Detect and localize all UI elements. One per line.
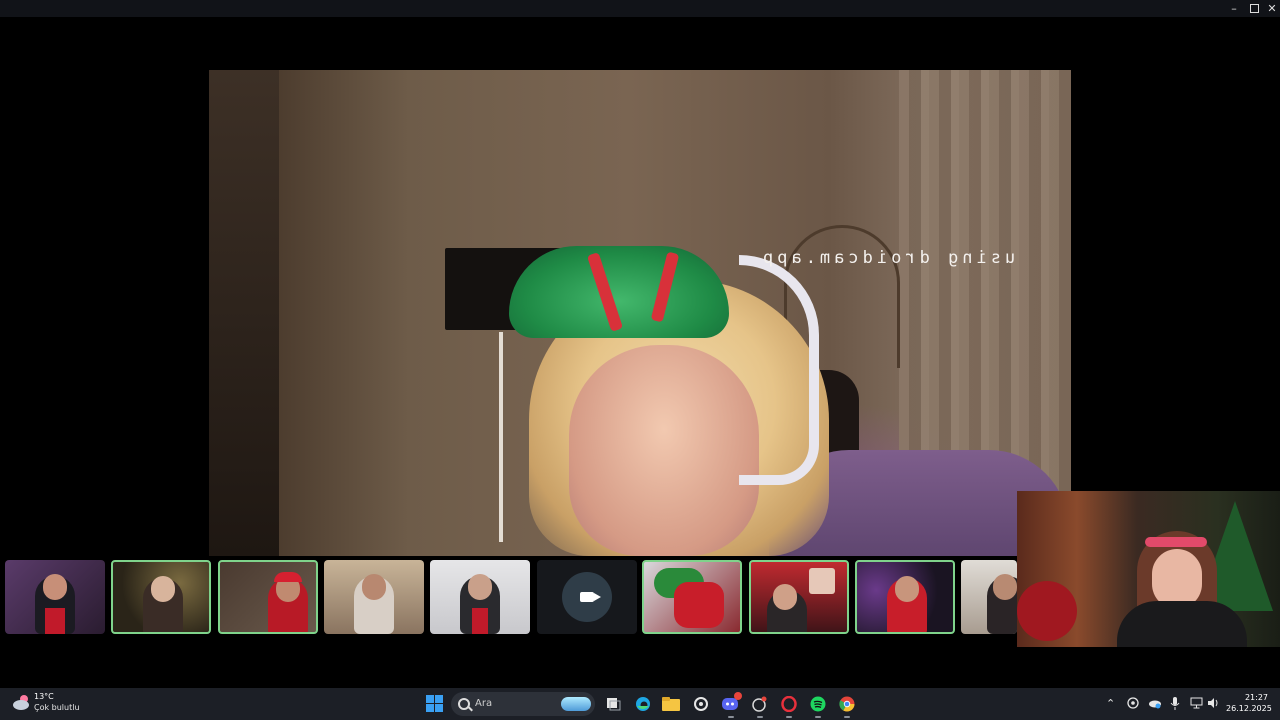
network-icon[interactable]	[1190, 697, 1203, 712]
participant-tile[interactable]	[749, 560, 849, 634]
clock-date[interactable]: 26.12.2025	[1226, 704, 1272, 713]
participant-tile[interactable]	[961, 560, 1017, 634]
heart-decoration	[1017, 581, 1077, 641]
main-video-stage[interactable]: using droidcam.app	[209, 70, 1071, 556]
copilot-icon[interactable]	[1127, 697, 1139, 712]
background-lamp	[499, 332, 503, 542]
notification-badge	[734, 692, 742, 700]
cloudy-weather-icon[interactable]	[12, 692, 32, 712]
droidcam-watermark: using droidcam.app	[759, 248, 1016, 268]
opera-icon[interactable]	[780, 695, 798, 713]
participant-tile[interactable]	[218, 560, 318, 634]
camera-icon	[580, 592, 601, 602]
microphone-icon[interactable]	[1170, 697, 1180, 713]
headset	[1145, 537, 1207, 547]
maximize-icon[interactable]	[1244, 0, 1264, 17]
avatar	[562, 572, 612, 622]
participant-tile[interactable]	[5, 560, 105, 634]
onedrive-icon[interactable]	[1148, 697, 1162, 712]
weather-description[interactable]: Çok bulutlu	[34, 703, 80, 712]
title-bar	[0, 0, 1280, 17]
search-icon	[458, 698, 470, 710]
chevron-up-icon[interactable]: ⌃	[1106, 697, 1115, 710]
participant-tile[interactable]	[324, 560, 424, 634]
chrome-icon[interactable]	[838, 695, 856, 713]
app-icon[interactable]	[750, 695, 768, 713]
participant-tile[interactable]	[430, 560, 530, 634]
search-highlight-art	[561, 697, 591, 711]
start-icon[interactable]	[426, 695, 443, 712]
participant-tile[interactable]	[855, 560, 955, 634]
participant-tile[interactable]	[642, 560, 742, 634]
person-face	[569, 345, 759, 556]
file-explorer-icon[interactable]	[662, 695, 680, 713]
participant-tile-camera-off[interactable]	[537, 560, 637, 634]
weather-temperature[interactable]: 13°C	[34, 692, 54, 701]
task-view-icon[interactable]	[605, 695, 623, 713]
elf-hat	[509, 246, 729, 338]
close-icon[interactable]: ✕	[1262, 0, 1280, 17]
self-view-video[interactable]	[1017, 491, 1280, 647]
spotify-icon[interactable]	[809, 695, 827, 713]
edge-icon[interactable]	[634, 695, 652, 713]
search-placeholder: Ara	[475, 698, 493, 709]
volume-icon[interactable]	[1207, 697, 1220, 712]
minimize-icon[interactable]: –	[1224, 0, 1244, 17]
steam-icon[interactable]	[692, 695, 710, 713]
background-shelf	[209, 70, 279, 556]
participant-tile[interactable]	[111, 560, 211, 634]
clock-time[interactable]: 21:27	[1230, 693, 1268, 702]
